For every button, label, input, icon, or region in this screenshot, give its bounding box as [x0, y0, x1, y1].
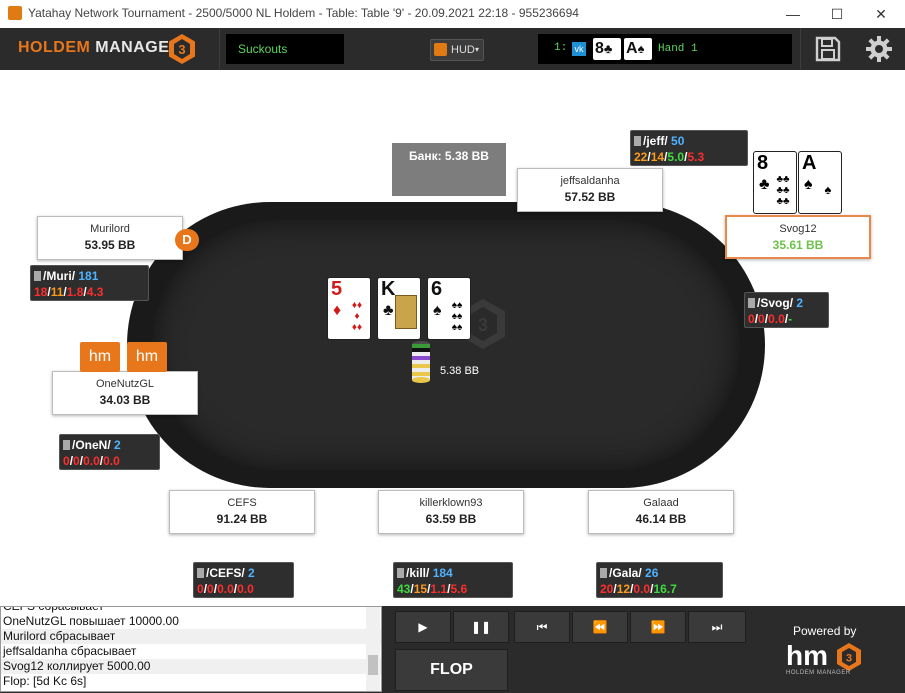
minimize-button[interactable]: —: [770, 0, 816, 28]
hud-stat-icon: [197, 568, 204, 578]
hm-note-badge[interactable]: hm: [127, 342, 167, 372]
hud-stat-icon: [34, 271, 41, 281]
toolbar-divider: [219, 28, 220, 70]
seat-svog12[interactable]: Svog12 35.61 BB: [725, 215, 871, 259]
king-face-icon: [395, 295, 417, 329]
svg-text:3: 3: [178, 42, 185, 57]
close-button[interactable]: ✕: [858, 0, 904, 28]
hm-brand-logo: hm: [786, 640, 828, 671]
save-icon[interactable]: [814, 35, 842, 63]
rewind-icon: ⏪: [592, 620, 608, 634]
maximize-button[interactable]: ☐: [814, 0, 860, 28]
hud-panel-jeff[interactable]: /jeff/ 50 22/14/5.0/5.3: [630, 130, 748, 166]
hud-menu-button[interactable]: HUD ▾: [430, 39, 484, 61]
action-log[interactable]: CEFS сбрасывает OneNutzGL повышает 10000…: [0, 606, 382, 692]
table-felt: [152, 220, 740, 470]
app-icon: [8, 6, 22, 20]
log-scrollbar[interactable]: [366, 607, 380, 691]
hm-note-badge[interactable]: hm: [80, 342, 120, 372]
hm-brand-subtitle: HOLDEM MANAGER: [786, 670, 851, 676]
seat-murilord[interactable]: Murilord 53.95 BB: [37, 216, 183, 260]
hero-card: 8 ♣ ♣♣ ♣♣ ♣♣: [753, 151, 797, 214]
scrollbar-thumb[interactable]: [368, 655, 378, 675]
replayer-toolbar: HOLDEM MANAGER 3 Suckouts HUD ▾ 1: vk 8♣…: [0, 28, 905, 70]
mini-card: 8♣: [593, 38, 621, 60]
hud-stat-icon: [634, 136, 641, 146]
toolbar-divider: [800, 28, 801, 70]
dropdown-arrow-icon: ▾: [475, 45, 480, 54]
seat-cefs[interactable]: CEFS 91.24 BB: [169, 490, 315, 534]
card-pips: ♣♣ ♣♣ ♣♣: [776, 174, 790, 207]
hud-panel-gala[interactable]: /Gala/ 26 20/12/0.0/16.7: [596, 562, 723, 598]
svg-text:3: 3: [846, 653, 852, 665]
hud-panel-svog[interactable]: /Svog/ 2 0/0/0.0/-: [744, 292, 829, 328]
hud-stat-icon: [397, 568, 404, 578]
pot-total: Банк: 5.38 BB: [392, 143, 506, 196]
pause-icon: ❚❚: [470, 620, 492, 634]
log-line: OneNutzGL повышает 10000.00: [3, 614, 179, 628]
vk-icon: vk: [572, 42, 586, 56]
holdem-manager-logo: HOLDEM MANAGER: [18, 39, 182, 56]
hud-panel-muri[interactable]: /Muri/ 181 18/11/1.8/4.3: [30, 265, 149, 301]
hud-stat-icon: [600, 568, 607, 578]
svg-text:3: 3: [478, 315, 488, 335]
pot-chips-icon: [412, 341, 430, 383]
mini-card: A♠: [624, 38, 652, 60]
log-line: Flop: [5d Kc 6s]: [3, 674, 87, 688]
seat-onenutzgl[interactable]: OneNutzGL 34.03 BB: [52, 371, 198, 415]
log-line: CEFS сбрасывает: [3, 606, 104, 613]
log-line: Svog12 коллирует 5000.00: [1, 659, 381, 674]
log-line: jeffsaldanha сбрасывает: [3, 644, 137, 658]
seat-galaad[interactable]: Galaad 46.14 BB: [588, 490, 734, 534]
play-button[interactable]: ▶: [395, 611, 451, 643]
play-icon: ▶: [418, 620, 428, 634]
next-action-button[interactable]: ⏩: [630, 611, 686, 643]
hud-panel-cefs[interactable]: /CEFS/ 2 0/0/0.0/0.0: [193, 562, 294, 598]
hud-stat-icon: [748, 298, 755, 308]
powered-by-label: Powered by: [793, 624, 857, 638]
hud-panel-kill[interactable]: /kill/ 184 43/15/1.1/5.6: [393, 562, 513, 598]
dealer-button: D: [175, 229, 199, 251]
street-flop-button[interactable]: FLOP: [395, 649, 508, 691]
pause-button[interactable]: ❚❚: [453, 611, 509, 643]
hm3-footer-badge-icon: 3: [837, 643, 861, 671]
board-card: K ♣: [377, 277, 421, 340]
window-titlebar: Yatahay Network Tournament - 2500/5000 N…: [0, 0, 905, 29]
seat-jeffsaldanha[interactable]: jeffsaldanha 57.52 BB: [517, 168, 663, 212]
first-street-button[interactable]: ⏮: [514, 611, 570, 643]
board-card: 6 ♠ ♠♠ ♠♠ ♠♠: [427, 277, 471, 340]
fast-forward-icon: ⏩: [650, 620, 666, 634]
hm3-badge-icon: 3: [169, 34, 195, 64]
hud-icon: [434, 43, 447, 56]
previous-action-button[interactable]: ⏪: [572, 611, 628, 643]
hero-card: A ♠ ♠: [798, 151, 842, 214]
settings-gear-icon[interactable]: [865, 35, 893, 63]
card-pips: ♠♠ ♠♠ ♠♠: [451, 300, 463, 333]
hud-stat-icon: [63, 440, 70, 450]
card-pips: ♠: [824, 182, 832, 197]
suckouts-box[interactable]: Suckouts: [226, 34, 344, 64]
pot-amount: 5.38 BB: [440, 365, 480, 377]
last-street-button[interactable]: ⏭: [688, 611, 746, 643]
hand-history-box[interactable]: 1: vk 8♣ A♠ Hand 1: [538, 34, 792, 64]
seat-killerklown93[interactable]: killerklown93 63.59 BB: [378, 490, 524, 534]
window-title: Yatahay Network Tournament - 2500/5000 N…: [28, 6, 579, 20]
board-card: 5 ♦ ♦♦ ♦ ♦♦: [327, 277, 371, 340]
skip-forward-icon: ⏭: [711, 620, 723, 634]
hud-panel-onen[interactable]: /OneN/ 2 0/0/0.0/0.0: [59, 434, 160, 470]
log-line: Murilord сбрасывает: [1, 629, 381, 644]
skip-back-icon: ⏮: [536, 620, 548, 634]
card-pips: ♦♦ ♦ ♦♦: [351, 300, 363, 333]
